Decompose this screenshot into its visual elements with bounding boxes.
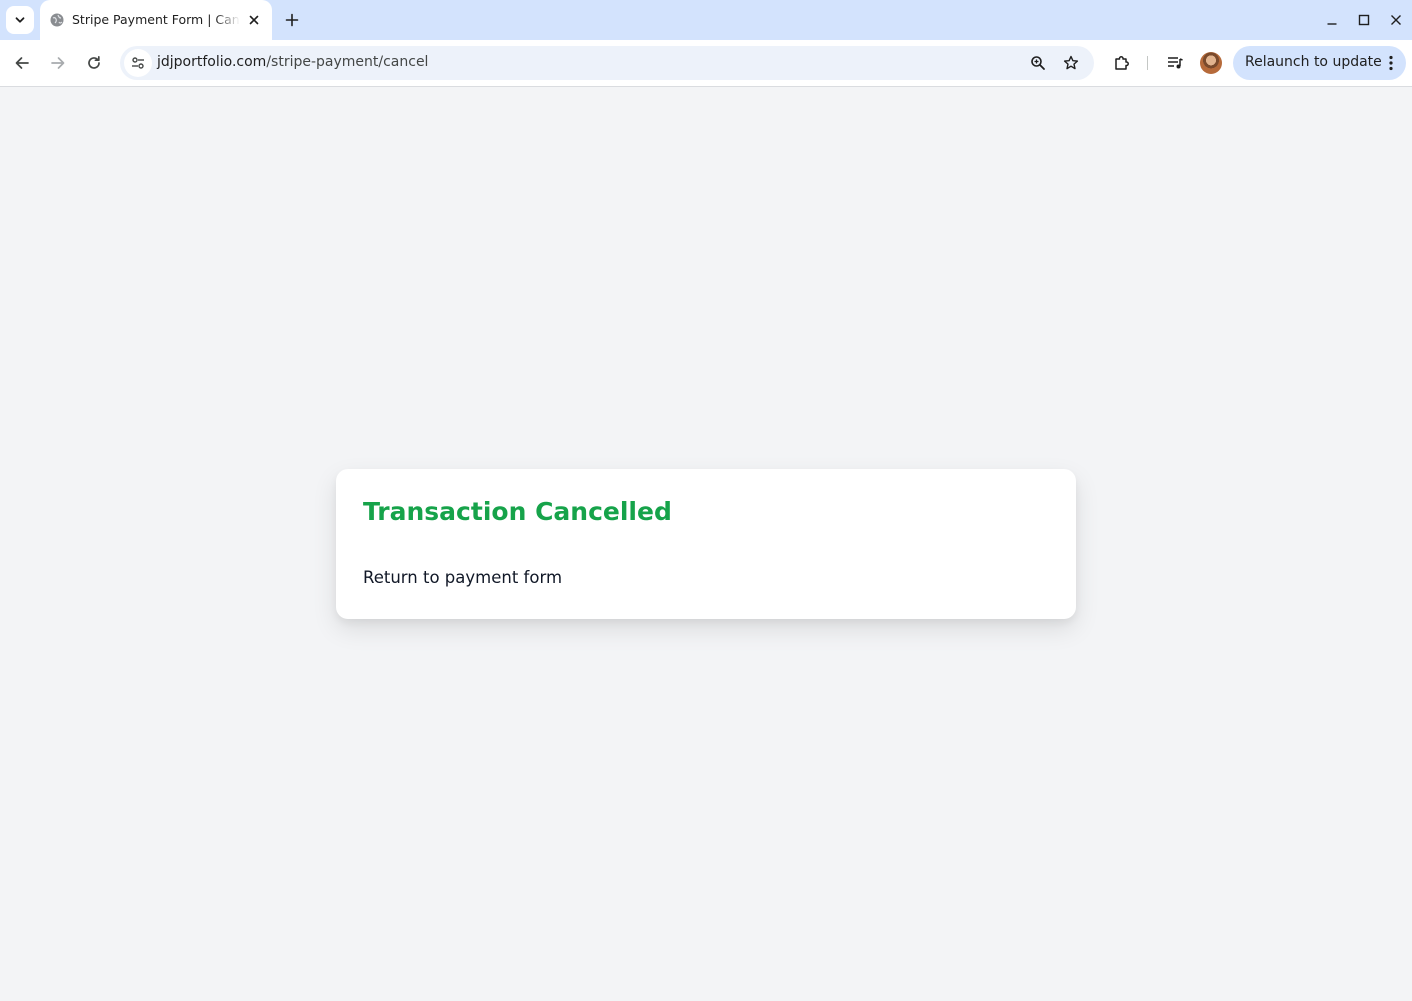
maximize-icon <box>1358 14 1370 26</box>
tab-strip: Stripe Payment Form | Cancel <box>0 0 1412 40</box>
new-tab-button[interactable] <box>280 8 304 32</box>
browser-tab-active[interactable]: Stripe Payment Form | Cancel <box>40 0 272 40</box>
media-control-icon <box>1166 54 1184 72</box>
plus-icon <box>285 13 299 27</box>
page-title: Transaction Cancelled <box>363 497 672 526</box>
toolbar-divider <box>1147 56 1148 70</box>
url-text[interactable]: jdjportfolio.com/stripe-payment/cancel <box>157 54 428 70</box>
url-host: jdjportfolio.com <box>157 54 267 70</box>
back-button[interactable] <box>8 49 36 77</box>
browser-toolbar: jdjportfolio.com/stripe-payment/cancel R… <box>0 40 1412 87</box>
star-icon[interactable] <box>1059 51 1083 75</box>
forward-button[interactable] <box>44 49 72 77</box>
relaunch-label: Relaunch to update <box>1245 54 1382 70</box>
close-icon <box>1390 14 1402 26</box>
url-path: /stripe-payment/cancel <box>266 54 429 70</box>
address-bar[interactable]: jdjportfolio.com/stripe-payment/cancel <box>120 46 1094 80</box>
close-icon[interactable] <box>246 12 262 28</box>
reload-icon <box>86 55 102 71</box>
maximize-button[interactable] <box>1352 8 1376 32</box>
minimize-button[interactable] <box>1320 8 1344 32</box>
tune-icon <box>130 55 146 71</box>
arrow-left-icon <box>14 55 30 71</box>
site-info-button[interactable] <box>124 49 152 77</box>
arrow-right-icon <box>50 55 66 71</box>
kebab-icon[interactable] <box>1382 51 1400 75</box>
relaunch-button[interactable]: Relaunch to update <box>1233 46 1406 80</box>
avatar[interactable] <box>1200 52 1222 74</box>
cancel-card: Transaction Cancelled Return to payment … <box>336 469 1076 619</box>
globe-icon <box>50 13 64 27</box>
close-window-button[interactable] <box>1384 8 1408 32</box>
zoom-icon[interactable] <box>1026 51 1050 75</box>
chevron-down-icon <box>14 14 26 26</box>
tab-title: Stripe Payment Form | Cancel <box>72 12 240 27</box>
reload-button[interactable] <box>80 49 108 77</box>
media-control-button[interactable] <box>1161 49 1189 77</box>
return-to-payment-form-link[interactable]: Return to payment form <box>363 568 562 587</box>
puzzle-icon <box>1113 54 1131 72</box>
tab-search-button[interactable] <box>6 6 34 34</box>
extensions-button[interactable] <box>1108 49 1136 77</box>
minimize-icon <box>1326 14 1338 26</box>
